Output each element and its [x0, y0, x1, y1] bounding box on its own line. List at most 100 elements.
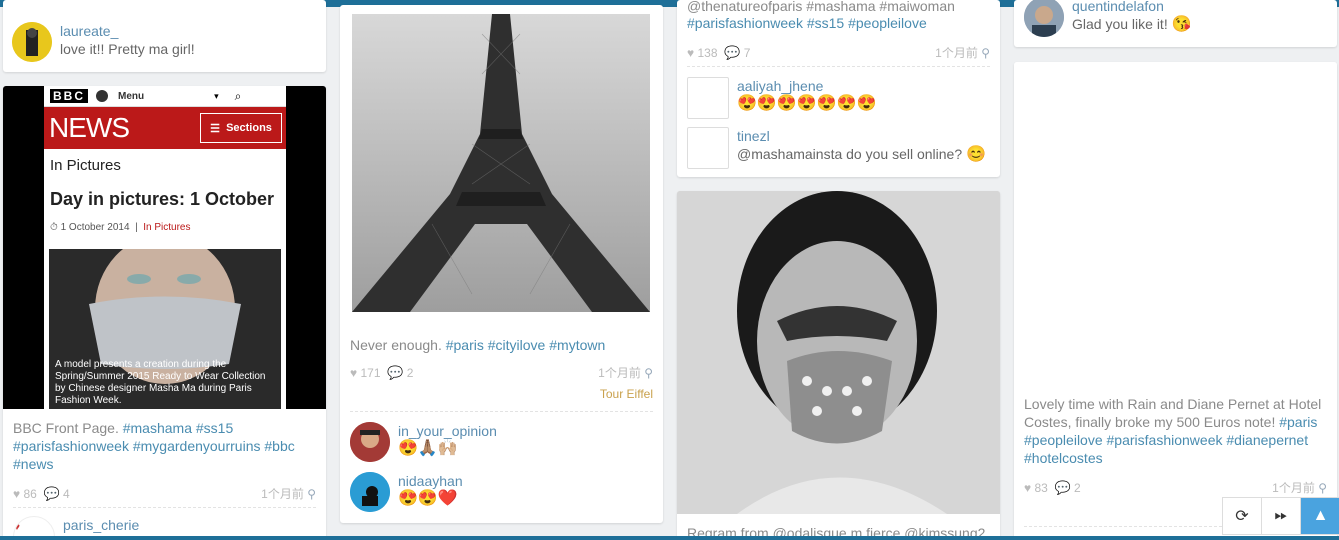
- fast-forward-icon: ⏩︎: [1274, 507, 1288, 524]
- bottom-accent-bar: [0, 536, 1339, 540]
- post-card-bbc: BBC Menu ▾ ⌕ NEWS ☰ Sections In Pictures…: [3, 86, 326, 540]
- divider: [350, 411, 653, 412]
- comment-emoji: 😍😍😍😍😍😍😍: [737, 95, 877, 112]
- hashtag[interactable]: #parisfashionweek: [1107, 432, 1223, 448]
- hashtag[interactable]: #mygardenyourruins: [133, 438, 261, 454]
- search-icon: ⌕: [234, 88, 242, 103]
- hashtag[interactable]: #mytown: [549, 337, 605, 353]
- comment-username[interactable]: quentindelafon: [1072, 0, 1192, 15]
- comment-username[interactable]: tinezl: [737, 127, 986, 145]
- post-meta: ♥ 171 💬 2 1个月前 ⚲: [350, 364, 653, 381]
- avatar[interactable]: [350, 472, 390, 512]
- avatar[interactable]: [350, 422, 390, 462]
- post-caption: #parisfashionweek #ss15 #peopleilove: [687, 14, 990, 32]
- bbc-sections: ☰ Sections: [200, 113, 282, 143]
- heart-icon[interactable]: ♥: [350, 366, 357, 380]
- refresh-button[interactable]: ⟳: [1223, 498, 1262, 534]
- hashtag[interactable]: #peopleilove: [848, 15, 927, 31]
- comment-username[interactable]: nidaayhan: [398, 472, 463, 490]
- post-time: 1个月前: [261, 487, 304, 501]
- heart-icon[interactable]: ♥: [13, 487, 20, 501]
- avatar[interactable]: [12, 22, 52, 62]
- post-caption: BBC Front Page. #mashama #ss15 #parisfas…: [13, 420, 295, 472]
- hashtag[interactable]: #peopleilove: [1024, 432, 1103, 448]
- bbc-menu: Menu: [118, 90, 145, 102]
- comment-username[interactable]: paris_cherie: [63, 516, 139, 534]
- comment-count: 4: [63, 486, 70, 501]
- post-card-mask: Regram from @odalisque m fierce @kimssun…: [677, 191, 1000, 540]
- post-time: 1个月前: [935, 46, 978, 60]
- avatar[interactable]: [687, 77, 729, 119]
- comment-username[interactable]: laureate_: [60, 22, 195, 40]
- hashtag[interactable]: #news: [13, 456, 53, 472]
- bbc-news-title: NEWS: [49, 112, 130, 143]
- fast-forward-button[interactable]: ⏩︎: [1262, 498, 1301, 534]
- location-pin-icon: ⚲: [307, 486, 316, 501]
- bbc-news-banner: NEWS ☰ Sections: [44, 107, 286, 149]
- location-pin-icon: ⚲: [644, 365, 653, 380]
- comment-icon[interactable]: 💬: [1055, 480, 1071, 496]
- divider: [687, 66, 990, 67]
- like-count: 86: [23, 486, 37, 501]
- refresh-icon: ⟳: [1235, 508, 1249, 525]
- like-count: 83: [1034, 480, 1048, 495]
- post-meta: ♥ 138 💬 7 1个月前 ⚲: [687, 44, 990, 61]
- heart-icon[interactable]: ♥: [1024, 481, 1031, 495]
- arrow-up-icon: ▲: [1312, 507, 1329, 524]
- like-count: 138: [697, 45, 718, 60]
- comment-emoji: 😍🙏🏽🙌🏼: [398, 440, 458, 457]
- comment: quentindelafon Glad you like it! 😘: [1024, 0, 1192, 37]
- post-image-bbc[interactable]: BBC Menu ▾ ⌕ NEWS ☰ Sections In Pictures…: [3, 86, 326, 409]
- comment-text: Glad you like it! 😘: [1072, 16, 1192, 33]
- location-pin-icon: ⚲: [1318, 480, 1327, 495]
- comment-icon[interactable]: 💬: [724, 45, 740, 61]
- comment-card-laureate: laureate_ love it!! Pretty ma girl!: [3, 0, 326, 72]
- avatar[interactable]: [1024, 0, 1064, 37]
- post-meta: ♥ 83 💬 2 1个月前 ⚲: [1024, 479, 1327, 496]
- post-image-costes[interactable]: [1014, 62, 1337, 385]
- post-card-costes: Lovely time with Rain and Diane Pernet a…: [1014, 62, 1337, 540]
- hashtag[interactable]: #mashama: [123, 420, 192, 436]
- like-count: 171: [360, 365, 381, 380]
- avatar[interactable]: [687, 127, 729, 169]
- hashtag[interactable]: #paris: [1279, 414, 1317, 430]
- heart-icon[interactable]: ♥: [687, 46, 694, 60]
- bbc-photo: A model presents a creation during the S…: [49, 249, 281, 409]
- post-image-eiffel[interactable]: [352, 14, 650, 312]
- hashtag[interactable]: #cityilove: [488, 337, 546, 353]
- hashtag[interactable]: #hotelcostes: [1024, 450, 1103, 466]
- post-caption-partial: @thenatureofparis #mashama #maiwoman: [687, 0, 955, 14]
- comment-icon[interactable]: 💬: [387, 365, 403, 381]
- bbc-date-line: ⏱ 1 October 2014 | In Pictures: [50, 222, 191, 233]
- comment-text: @mashamainsta do you sell online? 😊: [737, 146, 986, 163]
- comment-icon[interactable]: 💬: [44, 486, 60, 502]
- hashtag[interactable]: #parisfashionweek: [687, 15, 803, 31]
- post-location[interactable]: Tour Eiffel: [600, 387, 653, 401]
- comment-username[interactable]: in_your_opinion: [398, 422, 497, 440]
- comment-count: 2: [1074, 480, 1081, 495]
- hashtag[interactable]: #bbc: [264, 438, 294, 454]
- bbc-headline: Day in pictures: 1 October: [50, 189, 275, 209]
- hashtag[interactable]: #dianepernet: [1226, 432, 1308, 448]
- hashtag[interactable]: #parisfashionweek: [13, 438, 129, 454]
- post-caption: Lovely time with Rain and Diane Pernet a…: [1024, 396, 1322, 466]
- account-icon: [96, 90, 108, 102]
- post-meta: ♥ 86 💬 4 1个月前 ⚲: [13, 485, 316, 502]
- chevron-down-icon: ▾: [214, 90, 219, 101]
- comment: aaliyah_jhene 😍😍😍😍😍😍😍: [687, 77, 876, 119]
- hashtag[interactable]: #ss15: [196, 420, 233, 436]
- comment-username[interactable]: aaliyah_jhene: [737, 77, 876, 95]
- comment-card-quentin: quentindelafon Glad you like it! 😘: [1014, 0, 1337, 47]
- comment: laureate_ love it!! Pretty ma girl!: [12, 22, 195, 62]
- scroll-top-button[interactable]: ▲: [1301, 498, 1339, 534]
- hashtag[interactable]: #ss15: [807, 15, 844, 31]
- divider: [13, 507, 316, 508]
- bbc-logo: BBC: [50, 89, 88, 103]
- hashtag[interactable]: #paris: [446, 337, 484, 353]
- post-caption: Never enough. #paris #cityilove #mytown: [350, 337, 606, 353]
- post-image-mask[interactable]: [677, 191, 1000, 514]
- bbc-in-pictures: In Pictures: [50, 157, 121, 174]
- comment: nidaayhan 😍😍❤️: [350, 472, 463, 512]
- floating-controls: ⟳ ⏩︎ ▲: [1222, 497, 1339, 535]
- bbc-photo-caption: A model presents a creation during the S…: [55, 359, 266, 406]
